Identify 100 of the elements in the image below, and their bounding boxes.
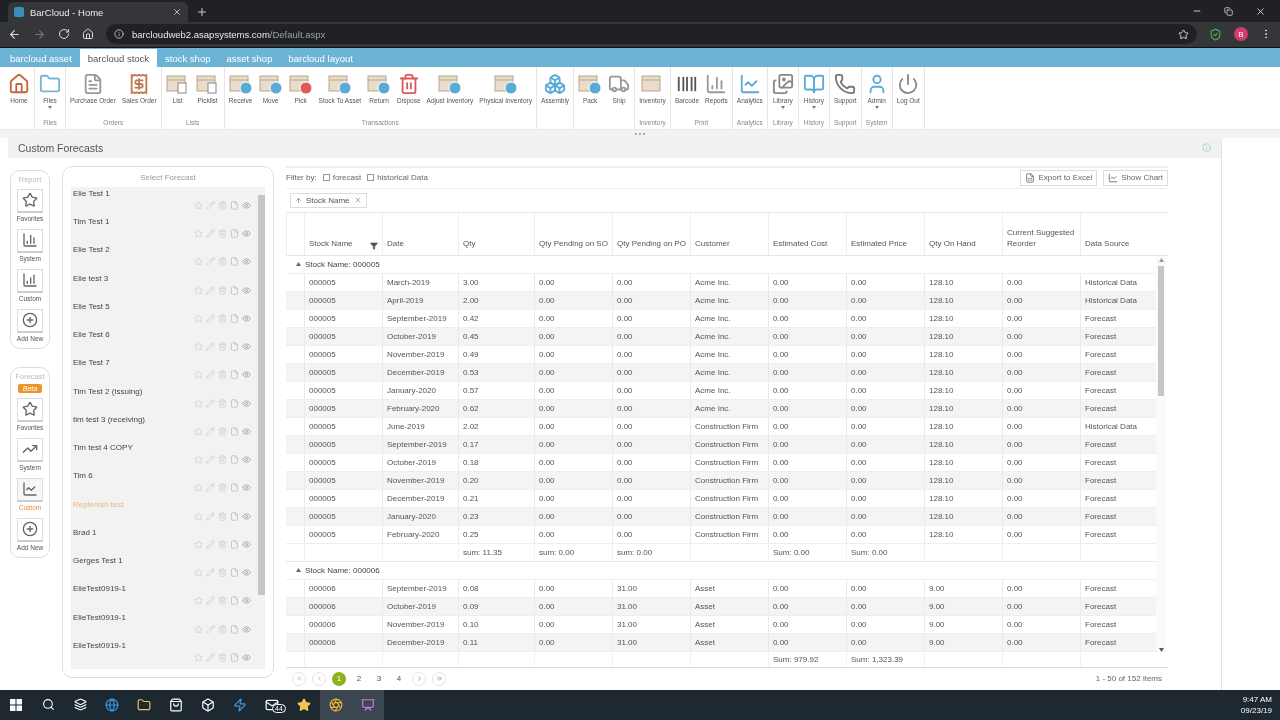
trash-icon[interactable] — [218, 624, 227, 634]
trash-icon[interactable] — [218, 370, 227, 380]
column-header[interactable]: Qty Pending on SO — [534, 213, 612, 255]
close-icon[interactable] — [172, 7, 182, 17]
star-icon[interactable] — [194, 426, 203, 436]
trash-icon[interactable] — [218, 568, 227, 578]
app-tab[interactable]: barcloud stock — [79, 49, 158, 68]
scrollbar[interactable] — [1156, 256, 1166, 652]
filter-checkbox[interactable]: historical Data — [367, 173, 428, 183]
forecast-name[interactable]: Gerges Test 1 — [73, 556, 123, 566]
trash-icon[interactable] — [218, 596, 227, 606]
trash-icon[interactable] — [218, 398, 227, 408]
restore-icon[interactable] — [1224, 6, 1233, 16]
collapse-triangle-icon[interactable] — [296, 568, 301, 573]
file-icon[interactable] — [230, 539, 239, 549]
trash-icon[interactable] — [218, 285, 227, 295]
star-icon[interactable] — [194, 285, 203, 295]
column-header[interactable]: Current Suggested Reorder — [1002, 213, 1080, 255]
eye-icon[interactable] — [242, 483, 251, 493]
forecast-name[interactable]: Elie Test 6 — [73, 330, 110, 340]
star-icon[interactable] — [194, 201, 203, 210]
scroll-up-icon[interactable] — [1158, 258, 1164, 262]
resize-grip-icon[interactable] — [635, 133, 645, 136]
file-icon[interactable] — [230, 511, 239, 521]
trash-icon[interactable] — [218, 313, 227, 323]
forecast-name[interactable]: Tim Test 2 (Issuing) — [73, 386, 143, 396]
eye-icon[interactable] — [242, 455, 251, 465]
scroll-down-icon[interactable] — [1158, 648, 1164, 652]
file-icon[interactable] — [230, 313, 239, 323]
forecast-name[interactable]: Elie test 3 — [73, 273, 109, 283]
file-icon[interactable] — [230, 285, 239, 295]
forecast-name[interactable]: Elie Test 5 — [73, 301, 110, 311]
file-icon[interactable] — [230, 596, 239, 606]
forecast-name[interactable]: tim test 3 (receiving) — [73, 414, 146, 424]
file-icon[interactable] — [230, 426, 239, 436]
eye-icon[interactable] — [242, 539, 251, 549]
column-header[interactable]: Estimated Cost — [768, 213, 846, 255]
star-icon[interactable] — [194, 313, 203, 323]
file-icon[interactable] — [230, 652, 239, 662]
eye-icon[interactable] — [242, 511, 251, 521]
toolbar-button[interactable]: Show Chart — [1103, 170, 1168, 186]
forecast-name[interactable]: ElieTest0919-1 — [73, 612, 126, 622]
bookmark-star-icon[interactable] — [1178, 28, 1189, 40]
star-icon[interactable] — [194, 539, 203, 549]
info-icon[interactable] — [1202, 143, 1211, 153]
eye-icon[interactable] — [242, 596, 251, 606]
star-icon[interactable] — [194, 370, 203, 380]
filter-icon[interactable] — [370, 242, 378, 250]
profile-avatar[interactable]: B — [1234, 27, 1248, 42]
file-icon[interactable] — [230, 257, 239, 267]
star-icon[interactable] — [194, 342, 203, 352]
shield-icon[interactable] — [1209, 27, 1222, 41]
eye-icon[interactable] — [242, 624, 251, 634]
reload-icon[interactable] — [58, 28, 70, 41]
page-button[interactable]: 4 — [392, 672, 406, 686]
file-icon[interactable] — [230, 624, 239, 634]
trash-icon[interactable] — [218, 483, 227, 493]
star-icon[interactable] — [194, 229, 203, 239]
eye-icon[interactable] — [242, 201, 251, 210]
home-icon[interactable] — [82, 28, 94, 41]
address-field[interactable]: barcloudweb2.asapsystems.com/Default.aspx — [106, 24, 1197, 45]
eye-icon[interactable] — [242, 370, 251, 380]
trash-icon[interactable] — [218, 257, 227, 267]
column-header[interactable]: Data Source — [1080, 213, 1156, 255]
column-header[interactable]: Qty Pending on PO — [612, 213, 690, 255]
eye-icon[interactable] — [242, 257, 251, 267]
forecast-name[interactable]: Tim Test 1 — [73, 217, 110, 227]
column-header[interactable]: Qty On Hand — [924, 213, 1002, 255]
page-button[interactable]: 3 — [372, 672, 386, 686]
star-icon[interactable] — [194, 568, 203, 578]
eye-icon[interactable] — [242, 398, 251, 408]
column-header[interactable]: Date — [382, 213, 458, 255]
column-header[interactable]: Qty — [458, 213, 534, 255]
forecast-name[interactable]: Elie Test 1 — [73, 189, 110, 198]
toolbar-button[interactable]: Export to Excel — [1020, 170, 1098, 186]
star-icon[interactable] — [194, 483, 203, 493]
filter-checkbox[interactable]: forecast — [322, 173, 362, 183]
eye-icon[interactable] — [242, 313, 251, 323]
trash-icon[interactable] — [218, 652, 227, 662]
eye-icon[interactable] — [242, 285, 251, 295]
file-icon[interactable] — [230, 370, 239, 380]
star-icon[interactable] — [194, 455, 203, 465]
trash-icon[interactable] — [218, 511, 227, 521]
star-icon[interactable] — [194, 398, 203, 408]
file-icon[interactable] — [230, 229, 239, 239]
eye-icon[interactable] — [242, 342, 251, 352]
forecast-name[interactable]: ElieTest0919-1 — [73, 584, 126, 594]
star-icon[interactable] — [194, 511, 203, 521]
star-icon[interactable] — [194, 652, 203, 662]
star-icon[interactable] — [194, 624, 203, 634]
file-icon[interactable] — [230, 201, 239, 210]
forecast-name[interactable]: Tim test 4 COPY — [73, 443, 133, 453]
trash-icon[interactable] — [218, 342, 227, 352]
file-icon[interactable] — [230, 455, 239, 465]
back-icon[interactable] — [8, 27, 21, 41]
eye-icon[interactable] — [242, 229, 251, 239]
browser-tab[interactable]: BarCloud - Home — [8, 2, 188, 22]
remove-icon[interactable] — [353, 196, 362, 205]
trash-icon[interactable] — [218, 229, 227, 239]
forecast-name[interactable]: Elie Test 2 — [73, 245, 110, 255]
